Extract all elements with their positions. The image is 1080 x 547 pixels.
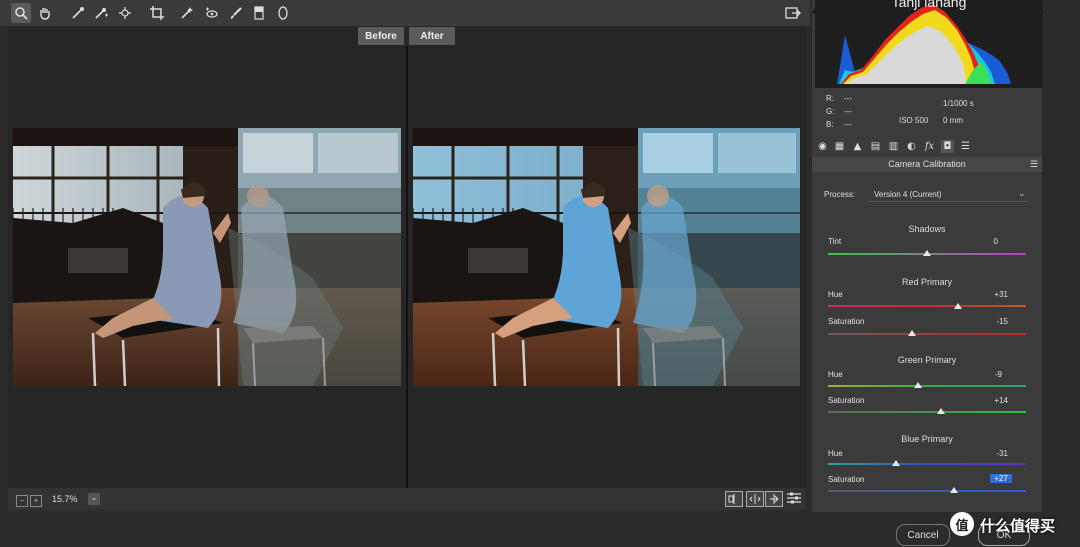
green-hue-slider-track[interactable] xyxy=(828,385,1026,387)
blue-saturation-slider-thumb[interactable] xyxy=(949,487,958,493)
zoom-tool-icon[interactable] xyxy=(11,3,31,23)
iso-value: ISO 500 xyxy=(899,116,929,125)
blue-saturation-label: Saturation xyxy=(828,475,865,484)
basic-tab-icon[interactable]: ◉ xyxy=(816,140,829,153)
g-value: --- xyxy=(844,107,852,116)
blue-saturation-slider-track[interactable] xyxy=(828,490,1026,492)
cancel-button[interactable]: Cancel xyxy=(896,524,950,546)
red-saturation-slider-thumb[interactable] xyxy=(908,330,917,336)
swap-before-after-button[interactable] xyxy=(746,491,764,507)
status-bar xyxy=(8,488,806,510)
adjustment-brush-tool-icon[interactable] xyxy=(226,3,246,23)
blue-saturation-value[interactable]: +27 xyxy=(990,474,1012,483)
green-primary-title: Green Primary xyxy=(897,355,957,365)
red-hue-value[interactable]: +31 xyxy=(968,290,1008,299)
green-hue-slider-thumb[interactable] xyxy=(914,382,923,388)
section-menu-icon[interactable]: ☰ xyxy=(1030,159,1038,170)
hand-tool-icon[interactable] xyxy=(35,3,55,23)
blue-primary-title: Blue Primary xyxy=(901,434,953,444)
split-toning-tab-icon[interactable]: ▥ xyxy=(887,140,900,153)
red-hue-label: Hue xyxy=(828,290,843,299)
blue-hue-label: Hue xyxy=(828,449,843,458)
zoom-menu-button[interactable]: ⌄ xyxy=(88,493,100,505)
tint-label: Tint xyxy=(828,237,842,246)
color-sampler-tool-icon[interactable] xyxy=(91,3,111,23)
spot-removal-tool-icon[interactable] xyxy=(177,3,197,23)
chevron-down-icon: ⌄ xyxy=(1018,188,1026,198)
red-hue-slider-thumb[interactable] xyxy=(953,303,962,309)
hsl-tab-icon[interactable]: ▤ xyxy=(869,140,882,153)
green-saturation-slider-thumb[interactable] xyxy=(936,408,945,414)
copy-settings-button[interactable] xyxy=(765,491,783,507)
image-title: Tanji lanang xyxy=(891,0,967,10)
presets-tab-icon[interactable]: ☰ xyxy=(959,140,972,153)
watermark-logo: 值 xyxy=(950,512,974,536)
blue-hue-value[interactable]: -31 xyxy=(968,449,1008,458)
blue-hue-slider-track[interactable] xyxy=(828,463,1026,465)
camera-calibration-tab-icon[interactable]: ◘ xyxy=(941,140,954,153)
tone-curve-tab-icon[interactable]: ▦ xyxy=(833,140,846,153)
red-saturation-label: Saturation xyxy=(828,317,865,326)
effects-tab-icon[interactable]: fx xyxy=(923,140,936,153)
section-title: Camera Calibration xyxy=(888,159,966,169)
targeted-adjustment-tool-icon[interactable] xyxy=(115,3,135,23)
before-photo xyxy=(13,128,401,386)
watermark-text: 什么值得买 xyxy=(980,517,1056,535)
zoom-in-button[interactable]: + xyxy=(30,495,42,507)
before-after-divider xyxy=(406,46,408,488)
view-mode-button[interactable] xyxy=(725,491,743,507)
histogram xyxy=(815,0,1043,88)
b-label: B: xyxy=(826,120,834,129)
green-saturation-value[interactable]: +14 xyxy=(968,396,1008,405)
green-saturation-slider-track[interactable] xyxy=(828,411,1026,413)
after-label[interactable]: After xyxy=(409,27,455,45)
lens-corrections-tab-icon[interactable]: ◐ xyxy=(905,140,918,153)
process-value: Version 4 (Current) xyxy=(874,190,942,199)
b-value: --- xyxy=(844,120,852,129)
shadows-title: Shadows xyxy=(908,224,946,234)
tint-slider-thumb[interactable] xyxy=(923,250,931,256)
before-label[interactable]: Before xyxy=(358,27,404,45)
zoom-level: 15.7% xyxy=(52,494,78,504)
open-in-photoshop-icon[interactable] xyxy=(783,3,803,23)
red-hue-slider-track[interactable] xyxy=(828,305,1026,307)
green-hue-label: Hue xyxy=(828,370,843,379)
detail-tab-icon[interactable]: ▲ xyxy=(851,140,864,153)
focal-length: 0 mm xyxy=(943,116,963,125)
blue-hue-slider-thumb[interactable] xyxy=(892,460,901,466)
white-balance-tool-icon[interactable] xyxy=(68,3,88,23)
red-saturation-slider-track[interactable] xyxy=(828,333,1026,335)
radial-filter-tool-icon[interactable] xyxy=(273,3,293,23)
red-primary-title: Red Primary xyxy=(901,277,952,287)
after-photo xyxy=(413,128,800,386)
r-label: R: xyxy=(826,94,834,103)
g-label: G: xyxy=(826,107,835,116)
red-saturation-value[interactable]: -15 xyxy=(968,317,1008,326)
graduated-filter-tool-icon[interactable] xyxy=(249,3,269,23)
green-hue-value[interactable]: -9 xyxy=(962,370,1002,379)
zoom-out-button[interactable]: − xyxy=(16,495,28,507)
green-saturation-label: Saturation xyxy=(828,396,865,405)
red-eye-tool-icon[interactable] xyxy=(201,3,221,23)
toggle-settings-icon[interactable] xyxy=(786,491,802,505)
shutter-speed: 1/1000 s xyxy=(943,99,974,108)
process-label: Process: xyxy=(824,190,856,199)
r-value: --- xyxy=(844,94,852,103)
tint-value[interactable]: 0 xyxy=(958,237,998,246)
crop-tool-icon[interactable] xyxy=(147,3,167,23)
